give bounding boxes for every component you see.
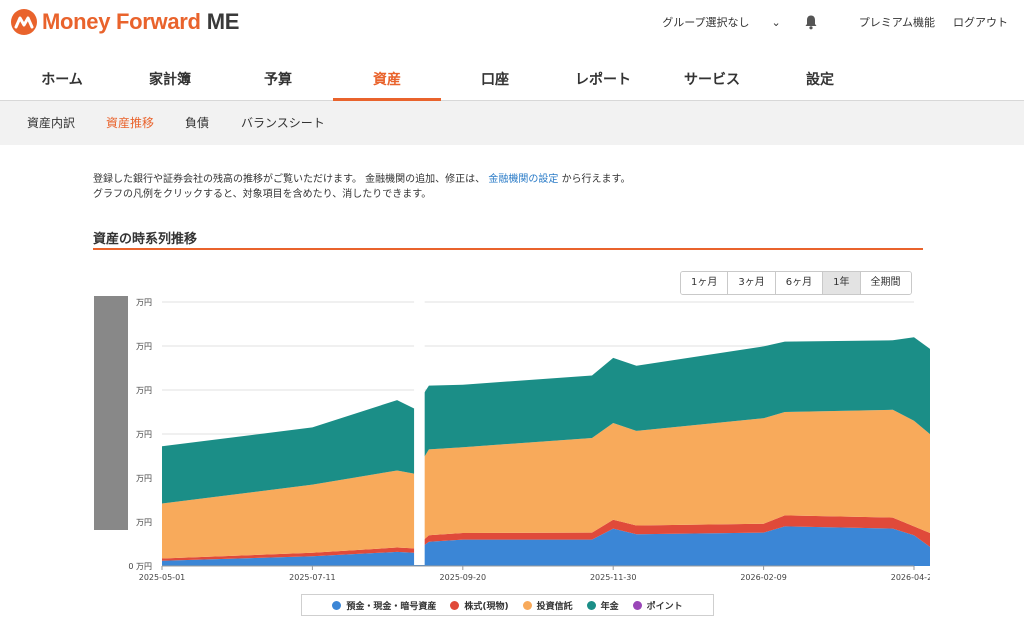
top-bar: Money Forward ME グループ選択なし ⌄ プレミアム機能 ログアウト [0,0,1024,50]
group-select-label: グループ選択なし [662,16,750,29]
data-gap [414,300,425,565]
legend-item-points[interactable]: ポイント [632,599,683,612]
y-tick-label: 0 万円 [128,562,152,571]
main-nav: ホーム 家計簿 予算 資産 口座 レポート サービス 設定 [0,60,1024,101]
section-title: 資産の時系列推移 [93,228,923,250]
subnav-balance-sheet[interactable]: バランスシート [241,101,325,145]
y-tick-label: 万円 [136,342,152,351]
group-select-dropdown[interactable]: グループ選択なし ⌄ [662,14,781,30]
x-tick-label: 2025-11-30 [590,573,637,582]
x-tick-label: 2025-07-11 [289,573,336,582]
subnav-asset-trend[interactable]: 資産推移 [106,101,154,145]
tab-assets[interactable]: 資産 [333,60,441,101]
chart-legend: 預金・現金・暗号資産 株式(現物) 投資信託 年金 ポイント [301,594,714,616]
legend-dot [522,600,532,610]
x-tick-label: 2025-09-20 [440,573,487,582]
masked-axis-block [94,296,128,530]
tab-reports[interactable]: レポート [549,60,657,101]
legend-dot [332,600,342,610]
tab-accounts[interactable]: 口座 [441,60,549,101]
tab-settings[interactable]: 設定 [766,60,874,101]
legend-dot [632,600,642,610]
tab-budget[interactable]: 予算 [224,60,332,101]
bell-icon[interactable] [803,14,819,30]
logo[interactable]: Money Forward ME [10,8,239,36]
x-tick-label: 2026-02-09 [740,573,787,582]
description: 登録した銀行や証券会社の残高の推移がご覧いただけます。 金融機関の追加、修正は、… [93,172,631,202]
legend-item-stocks[interactable]: 株式(現物) [450,599,509,612]
subnav-asset-breakdown[interactable]: 資産内訳 [27,101,75,145]
chevron-down-icon: ⌄ [771,15,781,29]
premium-link[interactable]: プレミアム機能 [859,14,935,30]
y-tick-label: 万円 [136,518,152,527]
legend-item-deposits[interactable]: 預金・現金・暗号資産 [332,599,436,612]
tab-home[interactable]: ホーム [8,60,116,101]
money-forward-logo-icon [11,9,37,35]
institution-settings-link[interactable]: 金融機関の設定 [488,174,558,185]
x-tick-label: 2025-05-01 [139,573,186,582]
description-line-2: グラフの凡例をクリックすると、対象項目を含めたり、消したりできます。 [93,189,432,200]
y-tick-label: 万円 [136,474,152,483]
y-tick-label: 万円 [136,430,152,439]
x-tick-label: 2026-04-21 [891,573,930,582]
tab-services[interactable]: サービス [658,60,766,101]
legend-item-investment-trusts[interactable]: 投資信託 [522,599,573,612]
sub-nav: 資産内訳 資産推移 負債 バランスシート [0,101,1024,145]
y-tick-label: 万円 [136,386,152,395]
logout-link[interactable]: ログアウト [953,14,1008,30]
legend-dot [586,600,596,610]
logo-text: Money Forward ME [42,9,240,34]
y-tick-label: 万円 [136,298,152,307]
tab-household-budget[interactable]: 家計簿 [116,60,224,101]
legend-item-pension[interactable]: 年金 [586,599,619,612]
top-right-menu: グループ選択なし ⌄ プレミアム機能 ログアウト [662,14,1008,30]
description-line-1: 登録した銀行や証券会社の残高の推移がご覧いただけます。 金融機関の追加、修正は、… [93,174,631,185]
asset-trend-chart: 0 万円万円万円万円万円万円万円 2025-05-01 2025-07-11 202… [94,296,930,582]
subnav-liabilities[interactable]: 負債 [185,101,209,145]
legend-dot [450,600,460,610]
